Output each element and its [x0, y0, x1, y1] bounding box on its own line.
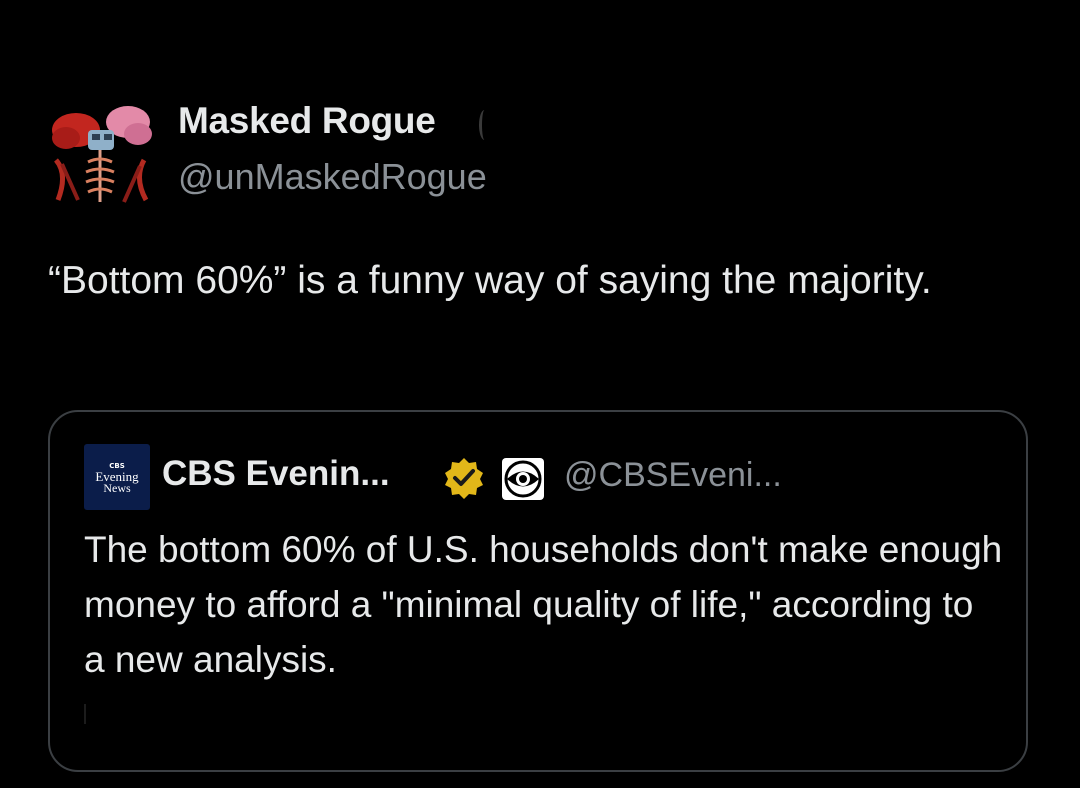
author-name[interactable]: Masked Rogue	[178, 100, 436, 142]
author-avatar[interactable]	[48, 104, 156, 206]
quoted-author-name[interactable]: CBS Evenin...	[162, 454, 390, 494]
quoted-author-avatar[interactable]: CBS Evening News	[84, 444, 150, 510]
quoted-tweet-text: The bottom 60% of U.S. households don't …	[84, 529, 1003, 680]
verified-badge-icon	[442, 456, 486, 500]
masked-rogue-avatar-icon	[52, 106, 152, 203]
tweet-text: “Bottom 60%” is a funny way of saying th…	[48, 259, 932, 302]
media-edge	[84, 704, 86, 724]
cbs-eye-icon[interactable]	[502, 458, 544, 500]
truncated-badge-icon	[479, 110, 490, 140]
tweet: Masked Rogue @unMaskedRogue “Bottom 60%”…	[0, 0, 1080, 788]
quoted-tweet-card[interactable]: CBS Evening News CBS Evenin... @CBSEveni…	[48, 410, 1028, 772]
author-handle[interactable]: @unMaskedRogue	[178, 156, 487, 198]
quoted-author-handle[interactable]: @CBSEveni...	[564, 456, 782, 495]
avatar-label-bottom: News	[103, 481, 131, 495]
